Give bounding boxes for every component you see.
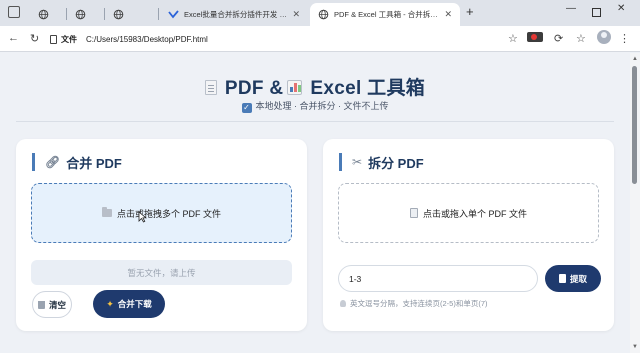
page-range-hint: 英文逗号分隔，支持连续页(2-5)和单页(7) [340,298,488,309]
scroll-up-icon[interactable]: ▲ [632,56,638,62]
bar-chart-icon [287,80,303,95]
split-heading: ✂ 拆分 PDF [339,153,424,171]
globe-icon [113,9,124,20]
url-scheme: 文件 [50,34,77,45]
star-icon[interactable]: ☆ [508,32,518,45]
document-icon [204,80,217,95]
address-bar-row: ← ↻ 文件 C:/Users/15983/Desktop/PDF.html ☆… [0,26,640,52]
new-tab-icon[interactable]: + [466,4,474,19]
back-icon[interactable]: ← [8,32,19,44]
tab-title: Excel批量合并拆分插件开发 - Desk [184,10,287,19]
page-range-input[interactable] [338,265,538,292]
clear-button[interactable]: 清空 [32,291,72,318]
page: PDF & Excel 工具箱 ✓ 本地处理 · 合并拆分 · 文件不上传 🔗︎ 合并… [0,53,630,353]
brand-icon [168,9,179,20]
browser-tab-2[interactable] [67,3,101,26]
document-icon [558,274,566,283]
split-drop-zone[interactable]: 点击或拖入单个 PDF 文件 [338,183,599,243]
check-icon: ✓ [241,103,252,113]
trash-icon [37,300,45,309]
globe-icon [318,9,329,20]
address-bar[interactable]: 文件 C:/Users/15983/Desktop/PDF.html [50,30,528,48]
link-icon: 🔗︎ [45,155,61,169]
merge-drop-zone[interactable]: 点击或拖拽多个 PDF 文件 [31,183,292,243]
merge-card: 🔗︎ 合并 PDF 点击或拖拽多个 PDF 文件 暂无文件，请上传 清空 ✦ 合并下… [16,139,307,331]
close-icon[interactable]: ✕ [292,9,300,20]
globe-icon [75,9,86,20]
browser-tab-3[interactable] [105,3,139,26]
page-title: PDF & Excel 工具箱 [0,73,630,100]
merge-heading: 🔗︎ 合并 PDF [32,153,122,171]
folder-icon [101,207,112,217]
lightbulb-icon [340,300,346,307]
url-text: C:/Users/15983/Desktop/PDF.html [86,34,208,44]
page-subtitle: ✓ 本地处理 · 合并拆分 · 文件不上传 [241,101,389,113]
merge-file-list-empty: 暂无文件，请上传 [31,260,292,285]
browser-tab-1[interactable] [30,3,64,26]
file-icon [50,34,57,44]
reload-icon[interactable]: ↻ [30,32,39,45]
document-icon [409,208,418,218]
favorites-icon[interactable]: ☆ [576,32,586,45]
browser-tab-active[interactable]: PDF & Excel 工具箱 - 合并拆分 · ✕ [310,3,460,26]
tab-separator [158,8,159,20]
merge-drop-text: 点击或拖拽多个 PDF 文件 [116,208,221,219]
avatar[interactable] [597,30,611,44]
scroll-down-icon[interactable]: ▼ [632,344,638,350]
divider [16,121,614,122]
tab-actions-icon[interactable] [8,6,20,18]
split-drop-text: 点击或拖入单个 PDF 文件 [422,208,527,219]
mouse-cursor-icon [138,211,147,223]
tab-title: PDF & Excel 工具箱 - 合并拆分 · [334,10,440,19]
extract-button[interactable]: 提取 [545,265,601,292]
browser-tab-strip: Excel批量合并拆分插件开发 - Desk ✕ PDF & Excel 工具箱… [0,0,640,26]
scissors-icon: ✂ [352,155,363,169]
close-icon[interactable]: ✕ [444,9,452,20]
minimize-icon[interactable]: — [566,3,576,14]
scrollbar-thumb[interactable] [632,66,637,184]
browser-tab-excel[interactable]: Excel批量合并拆分插件开发 - Desk ✕ [160,3,308,26]
close-window-icon[interactable]: ✕ [617,3,625,14]
record-extension-icon[interactable] [527,32,543,42]
maximize-icon[interactable] [592,8,601,17]
extensions-icon[interactable]: ⟳ [554,32,563,45]
globe-icon [38,9,49,20]
sparkle-icon: ✦ [106,298,114,309]
menu-icon[interactable]: ⋮ [619,32,630,45]
merge-download-button[interactable]: ✦ 合并下载 [93,290,165,318]
